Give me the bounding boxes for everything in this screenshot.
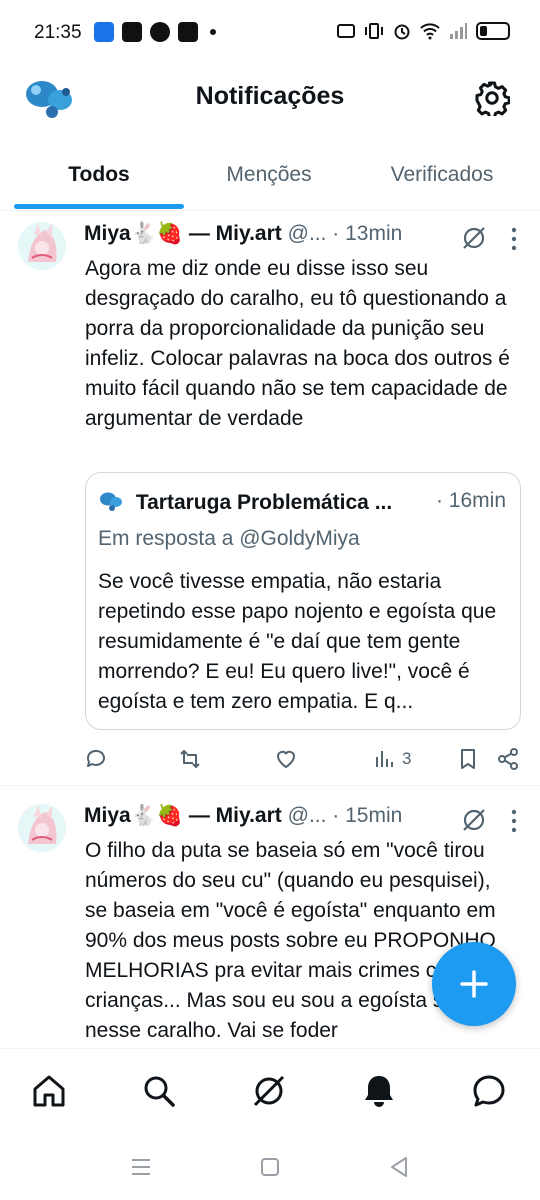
- signal-icon: [450, 23, 467, 39]
- views-button[interactable]: 3: [372, 744, 411, 774]
- post[interactable]: Miya🐇🍓 — Miy.art @... · 13min Agora me d…: [0, 222, 540, 782]
- recent-apps-icon[interactable]: [128, 1154, 154, 1180]
- twitch-icon: [122, 22, 142, 42]
- quoted-reply-to: Em resposta a @GoldyMiya: [98, 527, 360, 550]
- tab-mencoes[interactable]: Menções: [184, 140, 354, 210]
- media-app-icon: [150, 22, 170, 42]
- search-icon[interactable]: [139, 1071, 179, 1111]
- retweet-button[interactable]: [178, 744, 202, 774]
- post-author-avatar[interactable]: [18, 804, 66, 852]
- post-author-name[interactable]: Miya🐇🍓 — Miy.art: [84, 222, 282, 245]
- post-text: Agora me diz onde eu disse isso seu desg…: [85, 257, 510, 430]
- plus-icon: [460, 970, 488, 998]
- compose-post-button[interactable]: [432, 942, 516, 1026]
- quoted-post[interactable]: Tartaruga Problemática ... · 16min Em re…: [85, 472, 521, 730]
- bookmark-icon: [461, 749, 475, 769]
- settings-gear-icon[interactable]: [474, 80, 510, 116]
- notifications-bell-icon[interactable]: [359, 1071, 399, 1111]
- post-author-handle[interactable]: @...: [288, 222, 327, 245]
- more-notifications-dot: [210, 29, 216, 35]
- bookmark-button[interactable]: [456, 744, 480, 774]
- quoted-author-name: Tartaruga Problemática ...: [135, 491, 393, 514]
- home-icon[interactable]: [29, 1071, 69, 1111]
- quoted-post-time: · 16min: [435, 489, 506, 512]
- active-tab-indicator: [14, 204, 184, 209]
- post-author-name[interactable]: Miya🐇🍓 — Miy.art: [84, 804, 282, 827]
- status-time: 21:35: [34, 22, 82, 43]
- quoted-author-avatar: [100, 492, 122, 511]
- home-button-icon[interactable]: [257, 1154, 283, 1180]
- post-author-handle[interactable]: @...: [288, 804, 327, 827]
- page-title: Notificações: [195, 82, 345, 110]
- tab-verificados[interactable]: Verificados: [354, 140, 530, 210]
- post-divider: [0, 785, 540, 786]
- heart-icon: [277, 750, 295, 768]
- notification-tabs: Todos Menções Verificados: [0, 140, 540, 211]
- grok-icon[interactable]: [460, 806, 488, 834]
- more-options-icon[interactable]: [510, 226, 518, 252]
- post-time: · 15min: [332, 804, 403, 827]
- grok-icon[interactable]: [460, 224, 488, 252]
- views-count: 3: [402, 749, 412, 768]
- more-options-icon[interactable]: [510, 808, 518, 834]
- reply-button[interactable]: [84, 744, 108, 774]
- post-author-avatar[interactable]: [18, 222, 66, 270]
- views-chart-icon: [376, 751, 393, 767]
- alarm-icon: [394, 24, 410, 40]
- post-actions: 3: [84, 744, 524, 774]
- share-button[interactable]: [496, 744, 520, 774]
- tab-todos[interactable]: Todos: [14, 140, 184, 210]
- grok-icon[interactable]: [249, 1071, 289, 1111]
- bottom-navigation: [0, 1048, 540, 1137]
- notification-app-icon: [94, 22, 114, 42]
- youtube-icon: [178, 22, 198, 42]
- vibrate-icon: [365, 23, 383, 39]
- post-time: · 13min: [332, 222, 403, 245]
- share-icon: [498, 748, 518, 770]
- battery-icon: [476, 22, 510, 40]
- nfc-icon: [337, 24, 355, 38]
- wifi-icon: [420, 23, 440, 40]
- back-icon[interactable]: [386, 1154, 412, 1180]
- system-navigation-bar: [0, 1136, 540, 1200]
- messages-icon[interactable]: [469, 1071, 509, 1111]
- like-button[interactable]: [274, 744, 298, 774]
- quoted-post-text: Se você tivesse empatia, não estaria rep…: [98, 570, 497, 713]
- header: Notificações: [0, 64, 540, 136]
- retweet-icon: [180, 750, 200, 768]
- reply-icon: [86, 749, 105, 767]
- status-bar: 21:35: [0, 0, 540, 64]
